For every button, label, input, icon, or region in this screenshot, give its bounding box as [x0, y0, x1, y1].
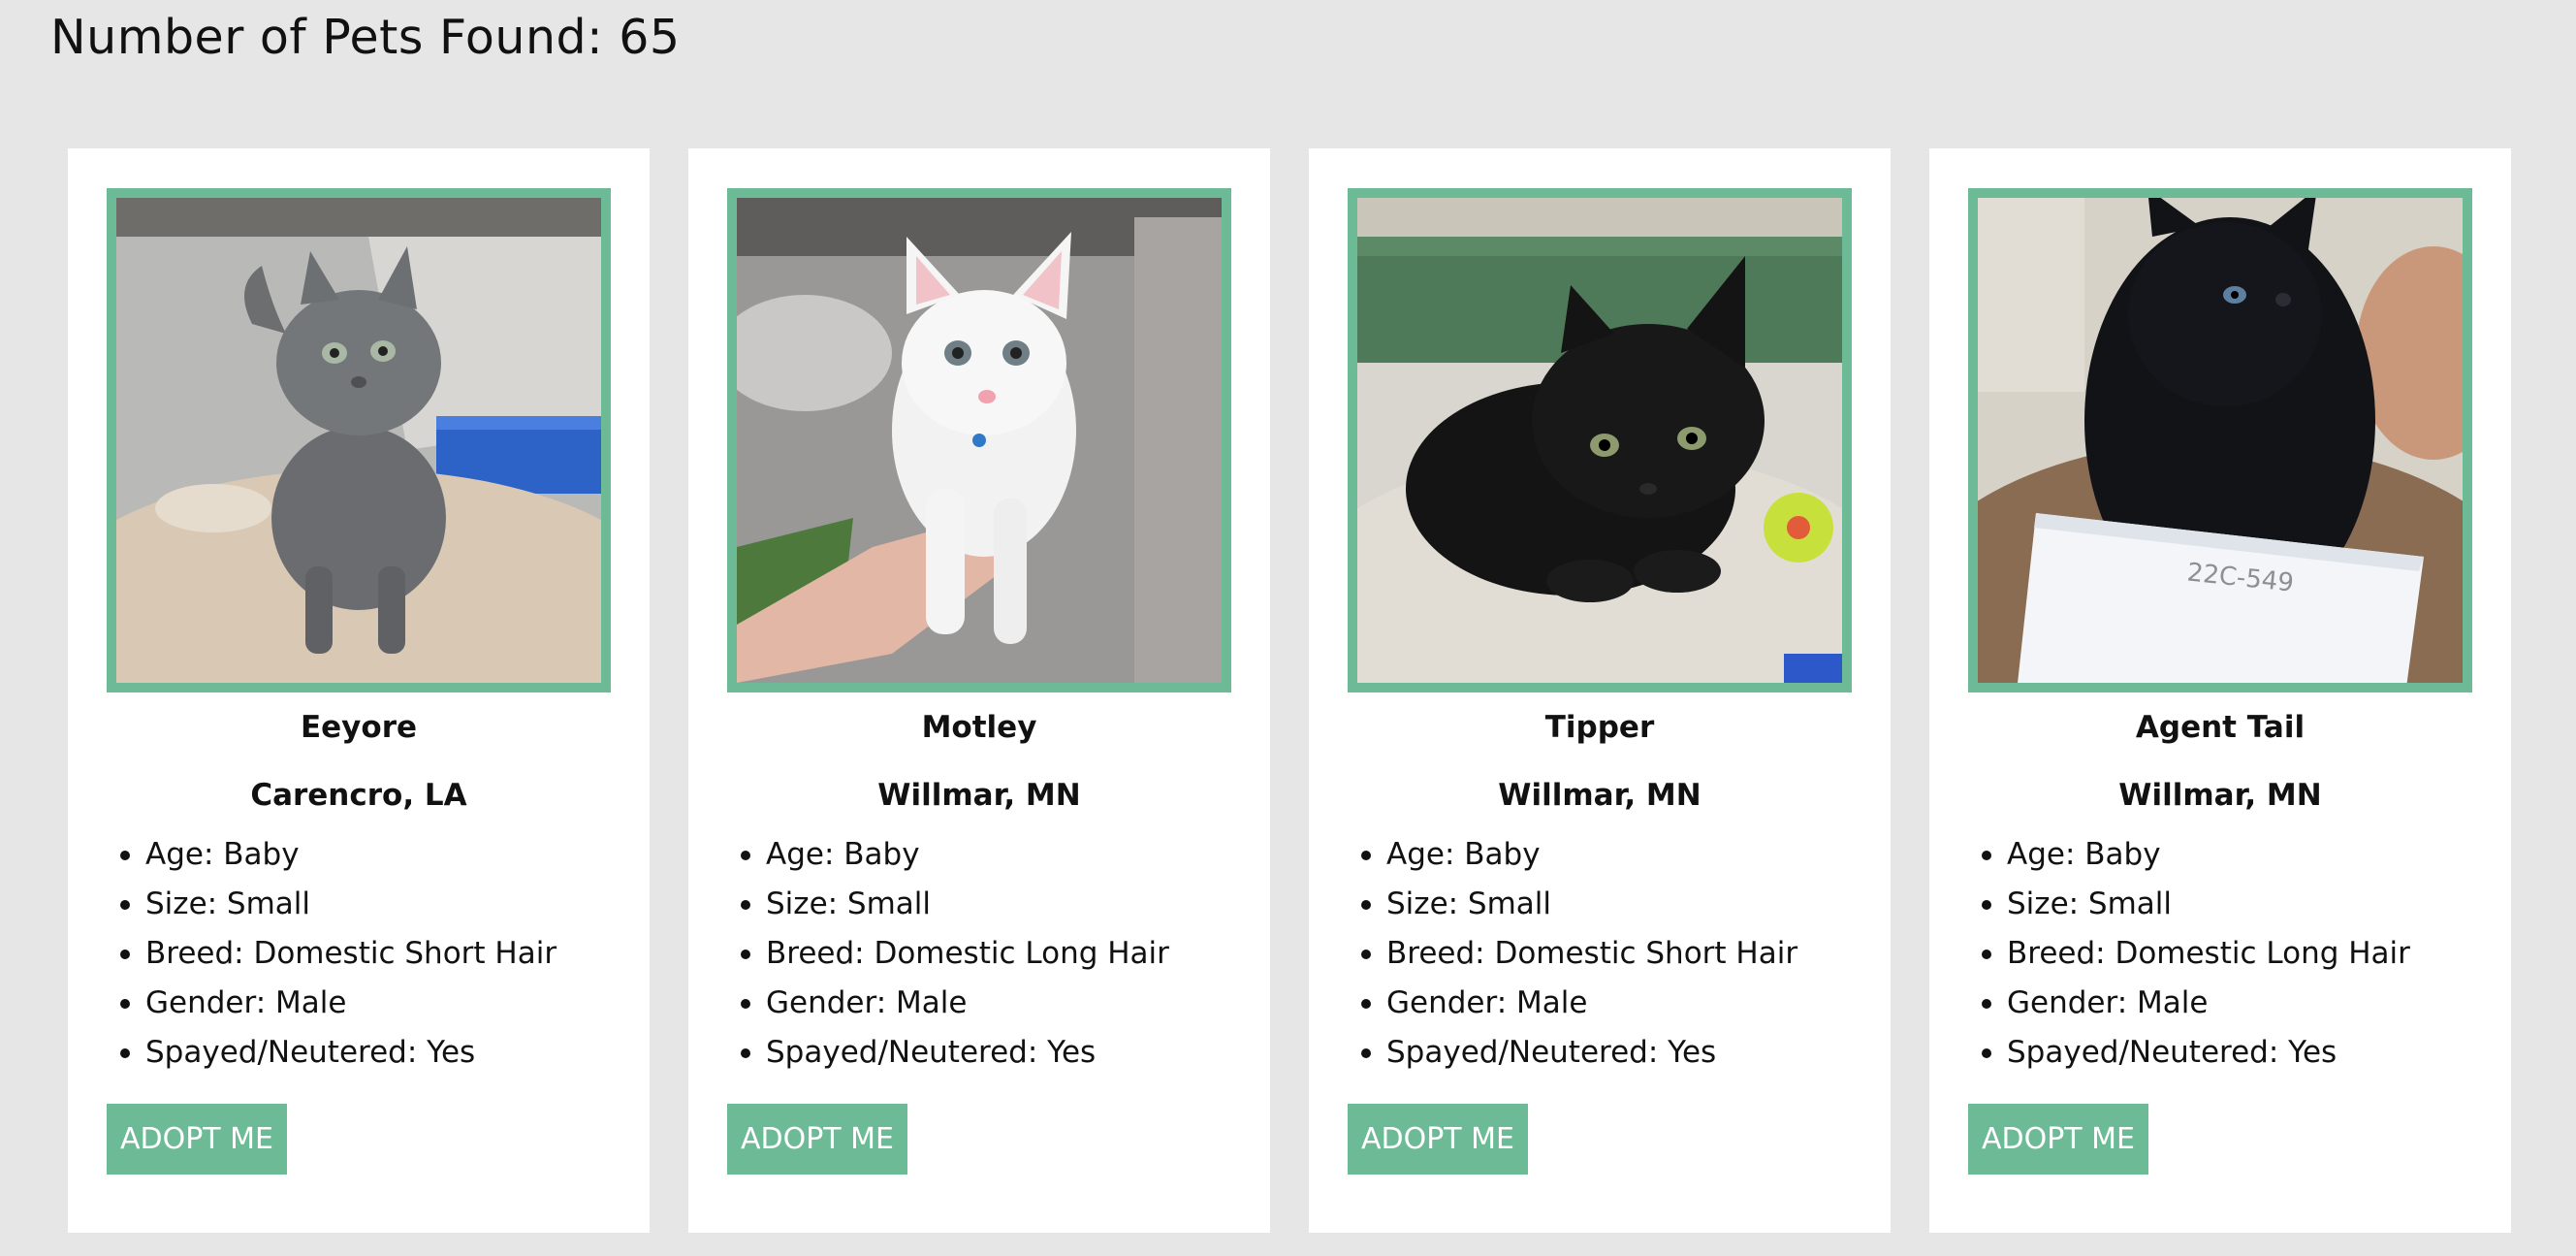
bullet-icon [741, 850, 750, 860]
bullet-icon [1982, 949, 1991, 959]
bullet-icon [1361, 899, 1371, 910]
attr-text: Size: Small [766, 886, 932, 921]
attr-text: Age: Baby [1386, 836, 1541, 872]
pet-location: Willmar, MN [1498, 777, 1701, 813]
attr-gender: Gender: Male [107, 979, 611, 1028]
pet-location: Willmar, MN [2118, 777, 2322, 813]
pet-photo[interactable]: 22C-549 [1968, 188, 2472, 692]
bullet-icon [1982, 1047, 1991, 1058]
attr-text: Size: Small [2007, 886, 2173, 921]
black-longhair-kitten-photo: 22C-549 [1978, 198, 2463, 683]
bullet-icon [1361, 998, 1371, 1009]
attr-text: Gender: Male [1386, 984, 1588, 1020]
adopt-me-button[interactable]: ADOPT ME [107, 1103, 287, 1175]
bullet-icon [741, 949, 750, 959]
pet-attributes: Age: Baby Size: Small Breed: Domestic Lo… [727, 830, 1231, 1078]
attr-gender: Gender: Male [1348, 979, 1852, 1028]
bullet-icon [120, 998, 130, 1009]
adopt-me-button[interactable]: ADOPT ME [1968, 1103, 2148, 1175]
attr-spayed-neutered: Spayed/Neutered: Yes [727, 1028, 1231, 1078]
pet-photo[interactable] [727, 188, 1231, 692]
attr-size: Size: Small [107, 880, 611, 929]
pet-card: 22C-549 Agent Tail Willmar, MN Age: Baby… [1929, 148, 2511, 1233]
pet-name: Motley [921, 710, 1037, 745]
bullet-icon [741, 998, 750, 1009]
attr-spayed-neutered: Spayed/Neutered: Yes [1968, 1028, 2472, 1078]
attr-size: Size: Small [727, 880, 1231, 929]
attr-spayed-neutered: Spayed/Neutered: Yes [107, 1028, 611, 1078]
attr-text: Spayed/Neutered: Yes [1386, 1034, 1717, 1070]
bullet-icon [741, 899, 750, 910]
bullet-icon [1982, 998, 1991, 1009]
pet-location: Carencro, LA [250, 777, 467, 813]
attr-gender: Gender: Male [1968, 979, 2472, 1028]
bullet-icon [1982, 899, 1991, 910]
attr-text: Breed: Domestic Long Hair [2007, 935, 2410, 971]
attr-text: Spayed/Neutered: Yes [766, 1034, 1097, 1070]
black-kitten-photo [1357, 198, 1842, 683]
bullet-icon [1361, 850, 1371, 860]
attr-age: Age: Baby [1968, 830, 2472, 880]
attr-text: Breed: Domestic Short Hair [145, 935, 557, 971]
bullet-icon [120, 949, 130, 959]
attr-age: Age: Baby [107, 830, 611, 880]
pet-card: Tipper Willmar, MN Age: Baby Size: Small… [1309, 148, 1891, 1233]
attr-age: Age: Baby [1348, 830, 1852, 880]
bullet-icon [1361, 1047, 1371, 1058]
pet-card-grid: Eeyore Carencro, LA Age: Baby Size: Smal… [68, 148, 2511, 1233]
attr-text: Gender: Male [145, 984, 347, 1020]
bullet-icon [741, 1047, 750, 1058]
gray-kitten-photo [116, 198, 601, 683]
attr-text: Breed: Domestic Long Hair [766, 935, 1169, 971]
bullet-icon [120, 850, 130, 860]
attr-text: Spayed/Neutered: Yes [2007, 1034, 2337, 1070]
pets-found-count: Number of Pets Found: 65 [50, 10, 681, 65]
attr-text: Gender: Male [766, 984, 968, 1020]
attr-text: Age: Baby [766, 836, 920, 872]
bullet-icon [1982, 850, 1991, 860]
pet-attributes: Age: Baby Size: Small Breed: Domestic Sh… [107, 830, 611, 1078]
attr-text: Size: Small [1386, 886, 1552, 921]
bullet-icon [120, 899, 130, 910]
pet-card: Eeyore Carencro, LA Age: Baby Size: Smal… [68, 148, 650, 1233]
pet-card: Motley Willmar, MN Age: Baby Size: Small… [688, 148, 1270, 1233]
pet-name: Agent Tail [2135, 710, 2306, 745]
attr-gender: Gender: Male [727, 979, 1231, 1028]
attr-text: Spayed/Neutered: Yes [145, 1034, 476, 1070]
attr-text: Breed: Domestic Short Hair [1386, 935, 1798, 971]
adopt-me-button[interactable]: ADOPT ME [727, 1103, 907, 1175]
white-kitten-photo [737, 198, 1222, 683]
adopt-me-button[interactable]: ADOPT ME [1348, 1103, 1528, 1175]
bullet-icon [120, 1047, 130, 1058]
attr-breed: Breed: Domestic Short Hair [107, 929, 611, 979]
pet-name: Tipper [1544, 710, 1655, 745]
pet-attributes: Age: Baby Size: Small Breed: Domestic Sh… [1348, 830, 1852, 1078]
attr-text: Age: Baby [145, 836, 300, 872]
attr-breed: Breed: Domestic Long Hair [727, 929, 1231, 979]
attr-age: Age: Baby [727, 830, 1231, 880]
attr-text: Age: Baby [2007, 836, 2161, 872]
pet-photo[interactable] [1348, 188, 1852, 692]
pet-location: Willmar, MN [877, 777, 1081, 813]
pet-name: Eeyore [300, 710, 418, 745]
bullet-icon [1361, 949, 1371, 959]
attr-breed: Breed: Domestic Short Hair [1348, 929, 1852, 979]
attr-text: Gender: Male [2007, 984, 2209, 1020]
attr-size: Size: Small [1348, 880, 1852, 929]
attr-size: Size: Small [1968, 880, 2472, 929]
pet-photo[interactable] [107, 188, 611, 692]
attr-breed: Breed: Domestic Long Hair [1968, 929, 2472, 979]
attr-text: Size: Small [145, 886, 311, 921]
pet-attributes: Age: Baby Size: Small Breed: Domestic Lo… [1968, 830, 2472, 1078]
attr-spayed-neutered: Spayed/Neutered: Yes [1348, 1028, 1852, 1078]
